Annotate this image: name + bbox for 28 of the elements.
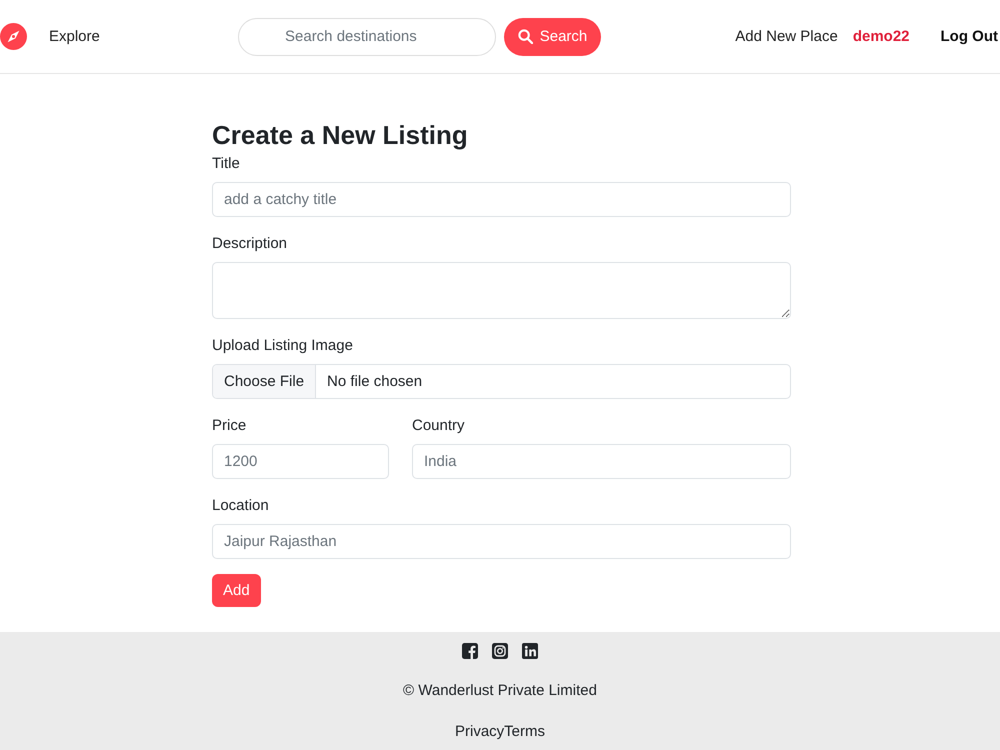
logout-link[interactable]: Log Out xyxy=(940,28,998,45)
instagram-icon[interactable] xyxy=(492,643,508,659)
field-label: Description xyxy=(212,234,288,254)
search-icon xyxy=(518,29,533,44)
file-upload-field[interactable]: Choose File No file chosen xyxy=(212,364,791,399)
text-input-field[interactable]: Jaipur Rajasthan xyxy=(212,524,791,559)
text-input-field[interactable]: India xyxy=(412,444,791,479)
footer-link[interactable]: Terms xyxy=(504,722,546,742)
compass-logo-icon[interactable] xyxy=(0,23,27,50)
text-input-field[interactable]: 1200 xyxy=(212,444,389,479)
facebook-icon[interactable] xyxy=(462,643,478,659)
file-status-text: No file chosen xyxy=(326,372,424,392)
explore-link[interactable]: Explore xyxy=(49,28,100,45)
field-label: Upload Listing Image xyxy=(212,336,353,356)
username-link[interactable]: demo22 xyxy=(852,28,910,45)
textarea-field[interactable] xyxy=(212,262,791,319)
field-label: Price xyxy=(212,416,246,436)
field-label: Location xyxy=(212,496,269,516)
field-label: Title xyxy=(212,154,240,174)
text-input-field[interactable]: add a catchy title xyxy=(212,182,791,217)
search-field[interactable]: Search destinations xyxy=(238,18,496,56)
field-label: Country xyxy=(412,416,465,436)
linkedin-icon[interactable] xyxy=(522,643,538,659)
choose-file-button[interactable]: Choose File xyxy=(213,365,316,398)
page-heading: Create a New Listing xyxy=(212,119,469,152)
footer-link[interactable]: Privacy xyxy=(454,722,504,742)
copyright-text: © Wanderlust Private Limited xyxy=(403,681,597,701)
nav-link[interactable]: Add New Place xyxy=(735,28,838,45)
